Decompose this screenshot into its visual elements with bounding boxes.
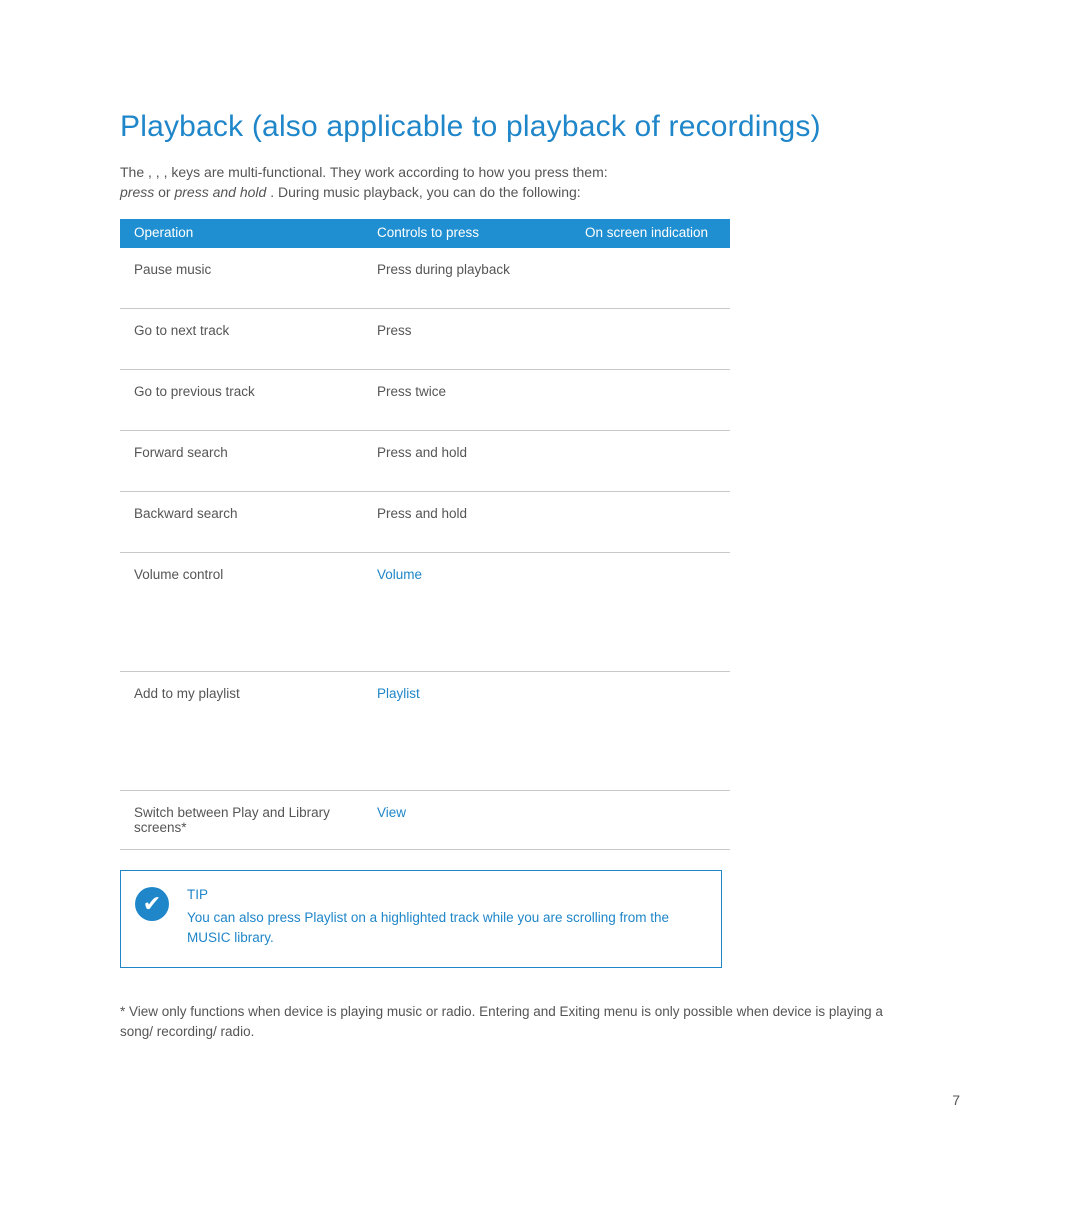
cell-operation: Forward search bbox=[120, 430, 363, 491]
cell-indication bbox=[571, 369, 730, 430]
cell-controls: Press during playback bbox=[363, 248, 571, 309]
playback-table: Operation Controls to press On screen in… bbox=[120, 219, 730, 850]
cell-controls: Volume bbox=[363, 552, 571, 671]
check-icon: ✔ bbox=[135, 887, 169, 921]
cell-indication bbox=[571, 790, 730, 849]
table-row: Switch between Play and Library screens*… bbox=[120, 790, 730, 849]
table-row: Pause musicPress during playback bbox=[120, 248, 730, 309]
table-row: Go to previous trackPress twice bbox=[120, 369, 730, 430]
cell-operation: Pause music bbox=[120, 248, 363, 309]
ctrl-pre: Press bbox=[377, 384, 415, 399]
col-controls: Controls to press bbox=[363, 219, 571, 248]
tip-head: TIP bbox=[187, 885, 703, 905]
table-row: Forward search Press and hold bbox=[120, 430, 730, 491]
cell-operation: Add to my playlist bbox=[120, 671, 363, 790]
table-row: Backward search Press and hold bbox=[120, 491, 730, 552]
ctrl-pre: Press and hold bbox=[377, 506, 467, 521]
ctrl-accent: View bbox=[377, 805, 406, 820]
table-header-row: Operation Controls to press On screen in… bbox=[120, 219, 730, 248]
cell-indication bbox=[571, 430, 730, 491]
tip-text: TIP You can also press Playlist on a hig… bbox=[187, 885, 703, 948]
cell-indication bbox=[571, 308, 730, 369]
intro-line2-a: press bbox=[120, 184, 154, 200]
table-row: Add to my playlist Playlist bbox=[120, 671, 730, 790]
cell-operation: Backward search bbox=[120, 491, 363, 552]
cell-operation: Volume control bbox=[120, 552, 363, 671]
tip-body: You can also press Playlist on a highlig… bbox=[187, 910, 669, 945]
ctrl-post: during playback bbox=[415, 262, 510, 277]
intro-line2-d: . During music playback, you can do the … bbox=[270, 184, 581, 200]
intro-text: The , , , keys are multi-functional. The… bbox=[120, 162, 960, 203]
intro-line1-e: keys are multi-functional. They work acc… bbox=[171, 164, 607, 180]
cell-controls: View bbox=[363, 790, 571, 849]
page: Playback (also applicable to playback of… bbox=[0, 0, 1080, 1228]
footnote: * View only functions when device is pla… bbox=[120, 1002, 910, 1041]
cell-operation: Go to next track bbox=[120, 308, 363, 369]
cell-controls: Press bbox=[363, 308, 571, 369]
intro-line1-a: The bbox=[120, 164, 148, 180]
page-title: Playback (also applicable to playback of… bbox=[120, 110, 960, 144]
ctrl-post: twice bbox=[415, 384, 446, 399]
cell-indication bbox=[571, 491, 730, 552]
cell-controls: Press and hold bbox=[363, 491, 571, 552]
cell-indication bbox=[571, 671, 730, 790]
cell-indication bbox=[571, 248, 730, 309]
table-row: Go to next track Press bbox=[120, 308, 730, 369]
cell-operation: Go to previous track bbox=[120, 369, 363, 430]
tip-box: ✔ TIP You can also press Playlist on a h… bbox=[120, 870, 722, 969]
intro-line2-c: press and hold bbox=[174, 184, 266, 200]
col-indication: On screen indication bbox=[571, 219, 730, 248]
cell-controls: Press twice bbox=[363, 369, 571, 430]
cell-operation: Switch between Play and Library screens* bbox=[120, 790, 363, 849]
ctrl-pre: Press bbox=[377, 262, 415, 277]
ctrl-pre: Press and hold bbox=[377, 445, 467, 460]
cell-controls: Playlist bbox=[363, 671, 571, 790]
table-row: Volume control Volume bbox=[120, 552, 730, 671]
intro-line1-c: , bbox=[156, 164, 164, 180]
ctrl-accent: Volume bbox=[377, 567, 422, 582]
cell-indication bbox=[571, 552, 730, 671]
intro-line2-b: or bbox=[158, 184, 174, 200]
ctrl-pre: Press bbox=[377, 323, 412, 338]
page-number: 7 bbox=[952, 1092, 960, 1108]
ctrl-accent: Playlist bbox=[377, 686, 420, 701]
cell-controls: Press and hold bbox=[363, 430, 571, 491]
intro-line1-b: , bbox=[148, 164, 156, 180]
col-operation: Operation bbox=[120, 219, 363, 248]
